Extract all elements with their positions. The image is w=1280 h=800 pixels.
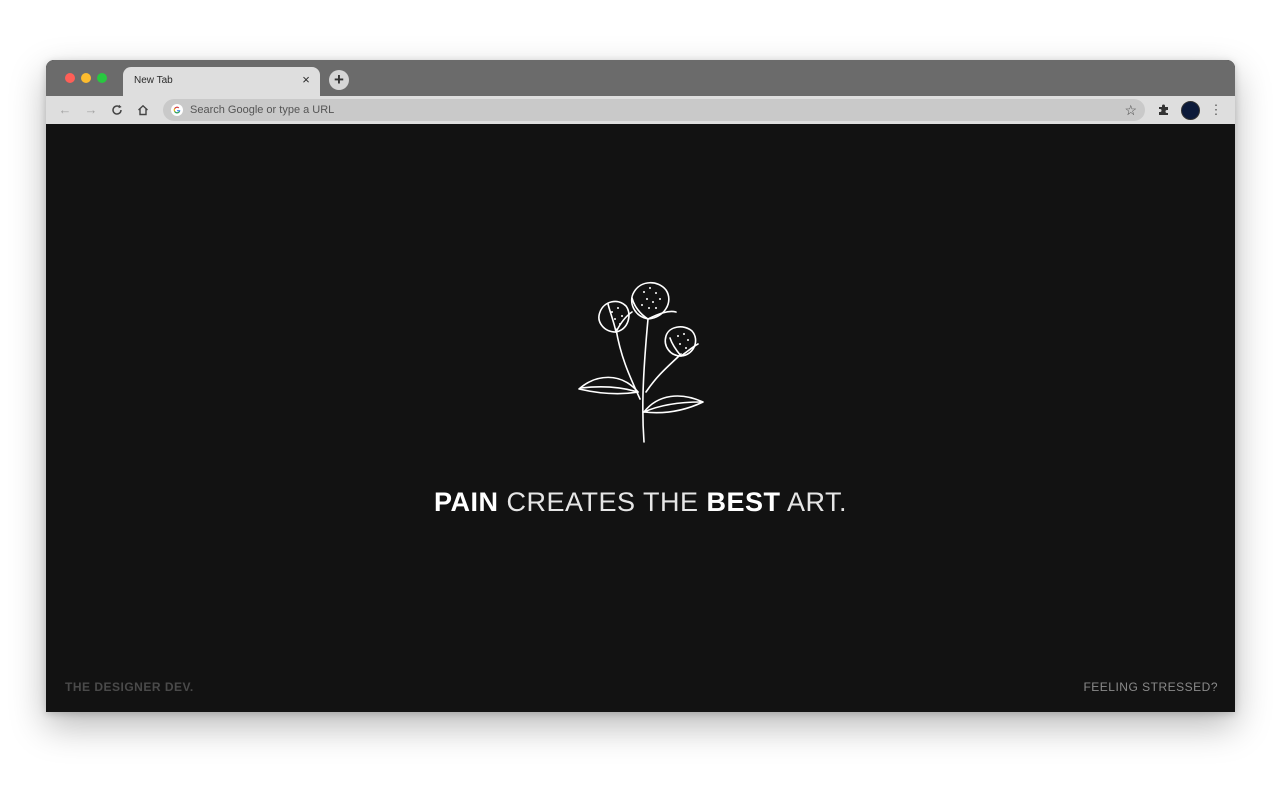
browser-toolbar: ← → Search Google or type a URL ☆ ⋮ bbox=[46, 96, 1235, 124]
title-bar: New Tab × + bbox=[46, 60, 1235, 96]
minimize-window-button[interactable] bbox=[81, 73, 91, 83]
close-window-button[interactable] bbox=[65, 73, 75, 83]
address-bar-placeholder: Search Google or type a URL bbox=[190, 104, 335, 116]
close-icon[interactable]: × bbox=[299, 73, 313, 87]
feeling-stressed-link[interactable]: FEELING STRESSED? bbox=[1083, 680, 1218, 694]
address-bar[interactable]: Search Google or type a URL ☆ bbox=[163, 99, 1145, 121]
profile-avatar[interactable] bbox=[1181, 101, 1200, 120]
quote-word-best: BEST bbox=[706, 487, 781, 517]
plus-icon: + bbox=[334, 70, 344, 89]
quote-word-creates-the: CREATES THE bbox=[498, 487, 707, 517]
browser-window: New Tab × + ← → Search Google or type a … bbox=[46, 60, 1235, 712]
bookmark-star-icon[interactable]: ☆ bbox=[1124, 102, 1137, 118]
quote-text: PAIN CREATES THE BEST ART. bbox=[46, 487, 1235, 518]
quote-word-pain: PAIN bbox=[433, 487, 499, 517]
google-g-icon bbox=[171, 104, 183, 116]
tab-title: New Tab bbox=[134, 75, 173, 86]
forward-arrow-icon[interactable]: → bbox=[83, 102, 99, 118]
flower-line-art-icon bbox=[578, 281, 704, 443]
footer-brand-link[interactable]: THE DESIGNER DEV. bbox=[65, 680, 194, 694]
browser-menu-icon[interactable]: ⋮ bbox=[1208, 102, 1224, 118]
new-tab-button[interactable]: + bbox=[329, 70, 349, 90]
reload-icon[interactable] bbox=[109, 102, 125, 118]
new-tab-page: PAIN CREATES THE BEST ART. THE DESIGNER … bbox=[46, 124, 1235, 712]
back-arrow-icon[interactable]: ← bbox=[57, 102, 73, 118]
tab-new-tab[interactable]: New Tab × bbox=[123, 67, 320, 96]
maximize-window-button[interactable] bbox=[97, 73, 107, 83]
home-icon[interactable] bbox=[135, 102, 151, 118]
quote-word-art: ART. bbox=[780, 487, 848, 517]
extensions-puzzle-icon[interactable] bbox=[1156, 102, 1172, 118]
